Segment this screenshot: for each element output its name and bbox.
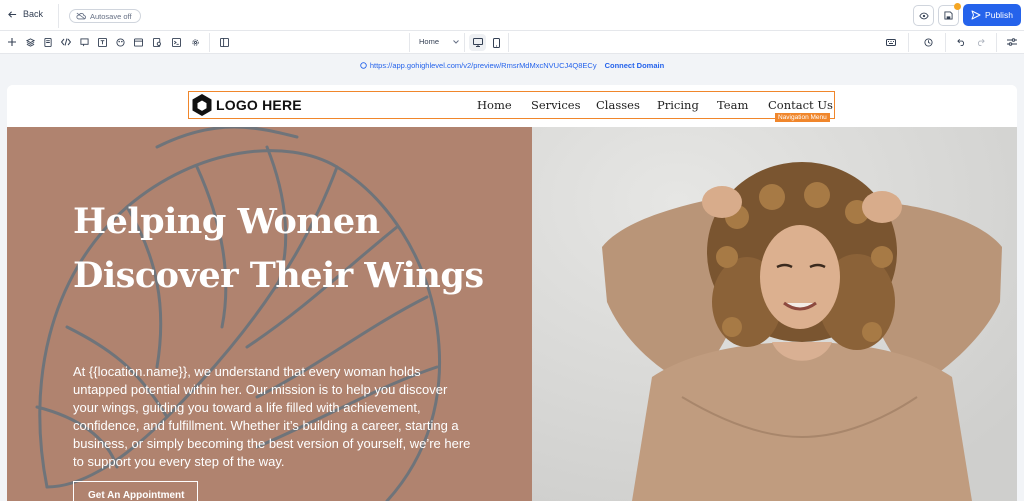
- plus-icon: [8, 38, 16, 46]
- smartphone-icon: [493, 37, 500, 48]
- code-icon: [61, 38, 71, 46]
- hero-text-panel[interactable]: Helping Women Discover Their Wings At {{…: [7, 127, 532, 501]
- popup-button[interactable]: [78, 36, 90, 48]
- site-header[interactable]: LOGO HERE Home Services Classes Pricing …: [7, 85, 1017, 127]
- cloud-off-icon: [76, 12, 86, 20]
- form-search-icon: [152, 37, 161, 47]
- redo-button[interactable]: [974, 36, 986, 48]
- editor-topbar: Back Autosave off Publish: [0, 0, 1024, 31]
- page-icon: [44, 37, 52, 47]
- sidebar-icon: [219, 37, 229, 47]
- back-button[interactable]: Back: [8, 9, 43, 19]
- hero-headline[interactable]: Helping Women Discover Their Wings: [73, 195, 493, 303]
- divider: [409, 33, 410, 52]
- unsaved-indicator: [954, 3, 961, 10]
- pages-button[interactable]: [42, 36, 54, 48]
- page-select-value: Home: [419, 37, 440, 46]
- get-appointment-button[interactable]: Get An Appointment: [73, 481, 198, 501]
- text-button[interactable]: [96, 36, 108, 48]
- preview-url-bar: https://app.gohighlevel.com/v2/preview/R…: [0, 55, 1024, 75]
- save-icon: [944, 11, 953, 20]
- send-icon: [971, 10, 981, 20]
- hero-photo[interactable]: [532, 127, 1017, 501]
- browser-icon: [133, 37, 143, 47]
- chevron-down-icon: [453, 39, 459, 44]
- desktop-view-button[interactable]: [469, 34, 486, 51]
- popup-icon: [79, 37, 89, 46]
- forms-button[interactable]: [151, 36, 163, 48]
- divider: [996, 33, 997, 52]
- divider: [209, 33, 210, 52]
- autosave-toggle[interactable]: Autosave off: [69, 9, 141, 23]
- editor-toolbar: Home: [0, 31, 1024, 54]
- keyboard-shortcuts-button[interactable]: [885, 36, 897, 48]
- connect-domain-link[interactable]: Connect Domain: [605, 61, 665, 70]
- divider: [945, 33, 946, 52]
- terminal-button[interactable]: [170, 36, 182, 48]
- page-canvas: LOGO HERE Home Services Classes Pricing …: [7, 85, 1017, 501]
- element-settings-button[interactable]: [1006, 36, 1018, 48]
- layers-button[interactable]: [24, 36, 36, 48]
- divider: [908, 33, 909, 52]
- divider: [58, 4, 59, 28]
- monitor-icon: [472, 38, 483, 47]
- divider: [508, 33, 509, 52]
- publish-label: Publish: [985, 10, 1013, 20]
- gear-icon: [191, 38, 199, 46]
- undo-button[interactable]: [955, 36, 967, 48]
- layers-icon: [25, 37, 35, 47]
- clock-icon: [923, 37, 933, 47]
- history-button[interactable]: [922, 36, 934, 48]
- hero-paragraph[interactable]: At {{location.name}}, we understand that…: [73, 363, 473, 471]
- mobile-view-button[interactable]: [488, 34, 505, 51]
- keyboard-icon: [886, 38, 896, 46]
- autosave-label: Autosave off: [90, 11, 132, 21]
- sections-button[interactable]: [132, 36, 144, 48]
- code-button[interactable]: [60, 36, 72, 48]
- text-box-icon: [97, 37, 107, 47]
- undo-icon: [956, 38, 964, 46]
- toggle-sidebar-button[interactable]: [218, 36, 230, 48]
- back-label: Back: [23, 9, 44, 19]
- publish-button[interactable]: Publish: [963, 4, 1021, 26]
- settings-button[interactable]: [189, 36, 201, 48]
- terminal-icon: [171, 37, 181, 47]
- page-select[interactable]: Home: [419, 37, 459, 46]
- media-button[interactable]: [114, 36, 126, 48]
- selection-tag[interactable]: Navigation Menu: [775, 113, 830, 122]
- arrow-left-icon: [8, 10, 17, 18]
- circle-icon: [360, 61, 367, 69]
- divider: [464, 33, 465, 52]
- selection-outline: [188, 91, 835, 119]
- save-button[interactable]: [938, 3, 961, 26]
- add-element-button[interactable]: [6, 36, 18, 48]
- preview-url-link[interactable]: https://app.gohighlevel.com/v2/preview/R…: [360, 61, 597, 70]
- eye-icon: [918, 12, 929, 19]
- sliders-icon: [1007, 38, 1017, 46]
- preview-button[interactable]: [913, 5, 934, 26]
- redo-icon: [977, 38, 985, 46]
- palette-icon: [115, 37, 125, 47]
- woman-portrait-image: [532, 127, 1017, 501]
- preview-url-text: https://app.gohighlevel.com/v2/preview/R…: [369, 60, 597, 70]
